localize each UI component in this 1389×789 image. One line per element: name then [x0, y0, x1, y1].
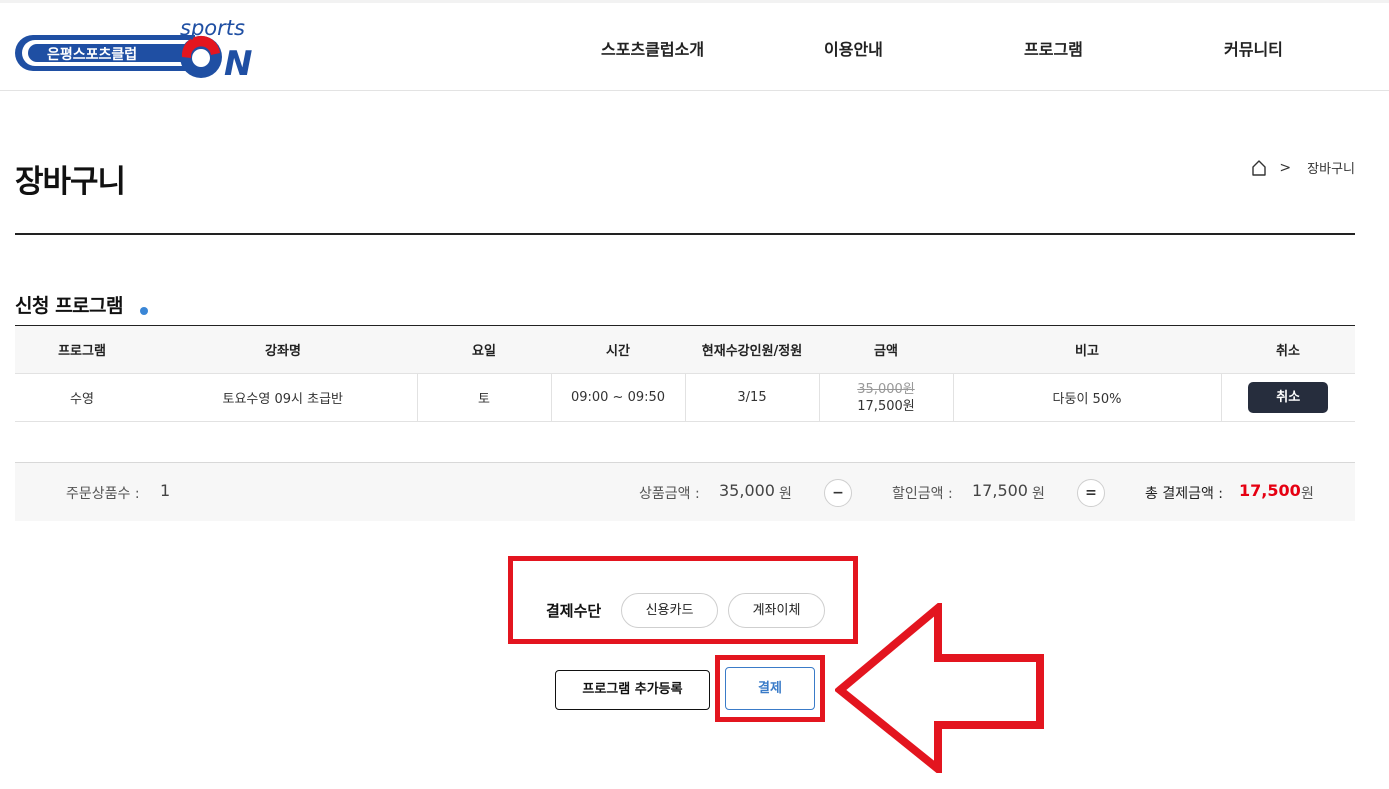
cell-day: 토 [416, 373, 551, 422]
col-header-enrollment: 현재수강인원/정원 [685, 325, 819, 374]
total-value: 17,500 [1239, 481, 1301, 500]
cell-cancel: 취소 [1220, 373, 1355, 422]
cell-note: 다둥이 50% [952, 373, 1221, 422]
discount-value: 17,500 [972, 481, 1028, 500]
svg-text:N: N [224, 44, 252, 81]
total-label: 총 결제금액 : [1145, 486, 1224, 502]
annotation-box-payment-method [508, 556, 858, 644]
site-logo[interactable]: 은평스포츠클럽 sports N [15, 15, 267, 81]
col-header-cancel: 취소 [1221, 325, 1355, 374]
price-original: 35,000원 [857, 381, 915, 397]
section-dot [140, 307, 148, 315]
breadcrumb: > 장바구니 [1251, 158, 1355, 177]
col-header-note: 비고 [953, 325, 1221, 374]
home-icon[interactable] [1251, 159, 1267, 177]
cell-time: 09:00 ~ 09:50 [550, 373, 685, 422]
cell-course: 토요수영 09시 초급반 [149, 373, 417, 422]
discount-unit: 원 [1032, 486, 1045, 502]
product-amount-unit: 원 [779, 486, 792, 502]
breadcrumb-separator: > [1279, 159, 1292, 176]
order-count-value: 1 [160, 481, 171, 500]
page-title: 장바구니 [15, 164, 126, 200]
cell-program: 수영 [15, 373, 149, 422]
equals-icon: = [1077, 479, 1105, 507]
col-header-day: 요일 [417, 325, 551, 374]
nav-item-usage-guide[interactable]: 이용안내 [824, 36, 883, 60]
price-final: 17,500원 [857, 398, 915, 414]
cell-enrollment: 3/15 [684, 373, 819, 422]
site-header: 은평스포츠클럽 sports N 스포츠클럽소개 이용안내 프로그램 커뮤니티 [0, 3, 1389, 91]
nav-item-community[interactable]: 커뮤니티 [1224, 36, 1283, 60]
col-header-time: 시간 [551, 325, 685, 374]
table-row: 수영 토요수영 09시 초급반 토 09:00 ~ 09:50 3/15 35,… [15, 373, 1355, 422]
col-header-price: 금액 [819, 325, 953, 374]
nav-item-programs[interactable]: 프로그램 [1024, 36, 1083, 60]
discount-label: 할인금액 : [892, 486, 953, 502]
product-amount-label: 상품금액 : [639, 486, 700, 502]
title-divider [15, 233, 1355, 235]
cancel-button[interactable]: 취소 [1248, 382, 1329, 413]
total-unit: 원 [1301, 486, 1314, 502]
section-title: 신청 프로그램 [15, 295, 124, 317]
col-header-course: 강좌명 [149, 325, 417, 374]
nav-item-club-intro[interactable]: 스포츠클럽소개 [601, 36, 704, 60]
order-summary: 주문상품수 : 1 상품금액 : 35,000 원 − 할인금액 : 17,50… [15, 462, 1355, 521]
breadcrumb-current: 장바구니 [1307, 162, 1355, 177]
order-count-label: 주문상품수 : [66, 486, 140, 502]
svg-text:sports: sports [180, 16, 245, 40]
col-header-program: 프로그램 [15, 325, 149, 374]
cart-table: 프로그램 강좌명 요일 시간 현재수강인원/정원 금액 비고 취소 수영 토요수… [15, 325, 1355, 422]
table-header-row: 프로그램 강좌명 요일 시간 현재수강인원/정원 금액 비고 취소 [15, 325, 1355, 374]
annotation-arrow-icon [835, 603, 1044, 773]
svg-text:은평스포츠클럽: 은평스포츠클럽 [47, 46, 137, 63]
add-program-button[interactable]: 프로그램 추가등록 [555, 670, 710, 710]
product-amount-value: 35,000 [719, 481, 775, 500]
minus-icon: − [824, 479, 852, 507]
cell-price: 35,000원 17,500원 [818, 373, 953, 422]
annotation-box-pay-button [715, 655, 825, 722]
